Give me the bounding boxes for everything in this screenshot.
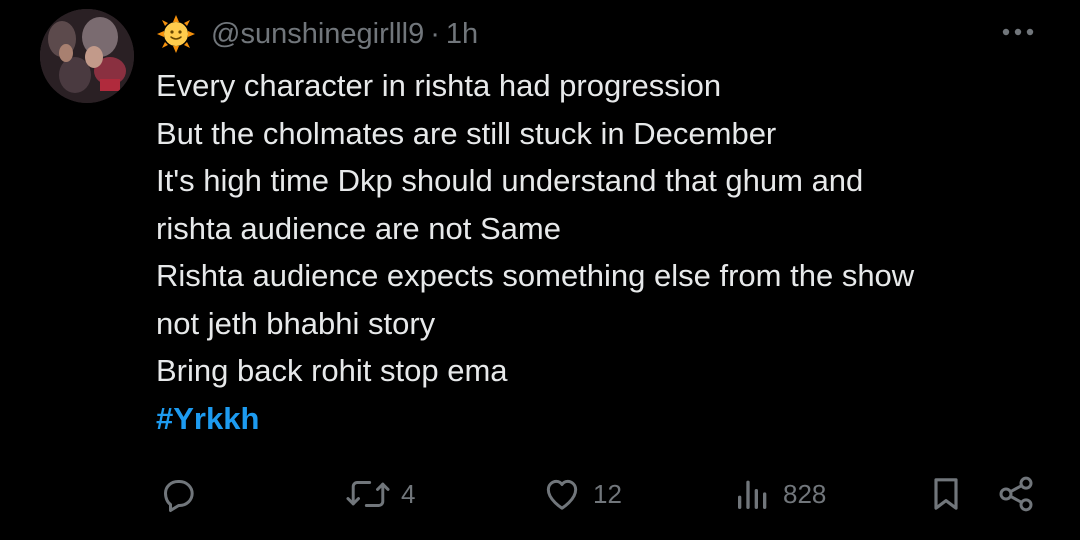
reply-icon <box>158 474 198 514</box>
action-bar: 4 12 828 <box>0 470 1080 518</box>
separator-dot: · <box>430 17 440 50</box>
retweet-icon <box>345 474 391 514</box>
share-icon <box>996 474 1036 514</box>
like-button[interactable]: 12 <box>541 470 622 518</box>
views-button[interactable]: 828 <box>733 470 826 518</box>
reply-button[interactable] <box>158 470 208 518</box>
views-icon <box>733 474 773 514</box>
views-count: 828 <box>783 478 827 509</box>
avatar[interactable] <box>40 9 134 103</box>
tweet-line: Bring back rohit stop ema <box>156 353 508 388</box>
like-count: 12 <box>593 478 622 509</box>
tweet-line: Rishta audience expects something else f… <box>156 258 915 293</box>
tweet-timestamp[interactable]: 1h <box>446 18 478 51</box>
tweet-line: rishta audience are not Same <box>156 210 561 246</box>
bookmark-button[interactable] <box>926 470 966 518</box>
bookmark-icon <box>926 474 966 514</box>
tweet-text: Every character in rishta had progressio… <box>156 62 1056 442</box>
retweet-button[interactable]: 4 <box>345 470 415 518</box>
author-handle[interactable]: @sunshinegirlll9 <box>211 18 424 51</box>
more-options-icon[interactable] <box>998 20 1038 44</box>
tweet-line: not jeth bhabhi story <box>156 305 436 341</box>
tweet-header: @sunshinegirlll9 · 1h <box>157 14 478 54</box>
tweet-line: It's high time Dkp should understand tha… <box>156 163 864 198</box>
avatar-image <box>40 9 134 103</box>
heart-icon <box>541 474 583 514</box>
sun-with-face-icon <box>157 15 195 53</box>
share-button[interactable] <box>996 470 1036 518</box>
tweet-line: But the cholmates are still stuck in Dec… <box>156 115 777 151</box>
hashtag-link[interactable]: #Yrkkh <box>156 395 259 443</box>
tweet[interactable]: @sunshinegirlll9 · 1h Every character in… <box>0 0 1080 540</box>
retweet-count: 4 <box>401 478 416 509</box>
tweet-line: Every character in rishta had progressio… <box>156 68 722 103</box>
